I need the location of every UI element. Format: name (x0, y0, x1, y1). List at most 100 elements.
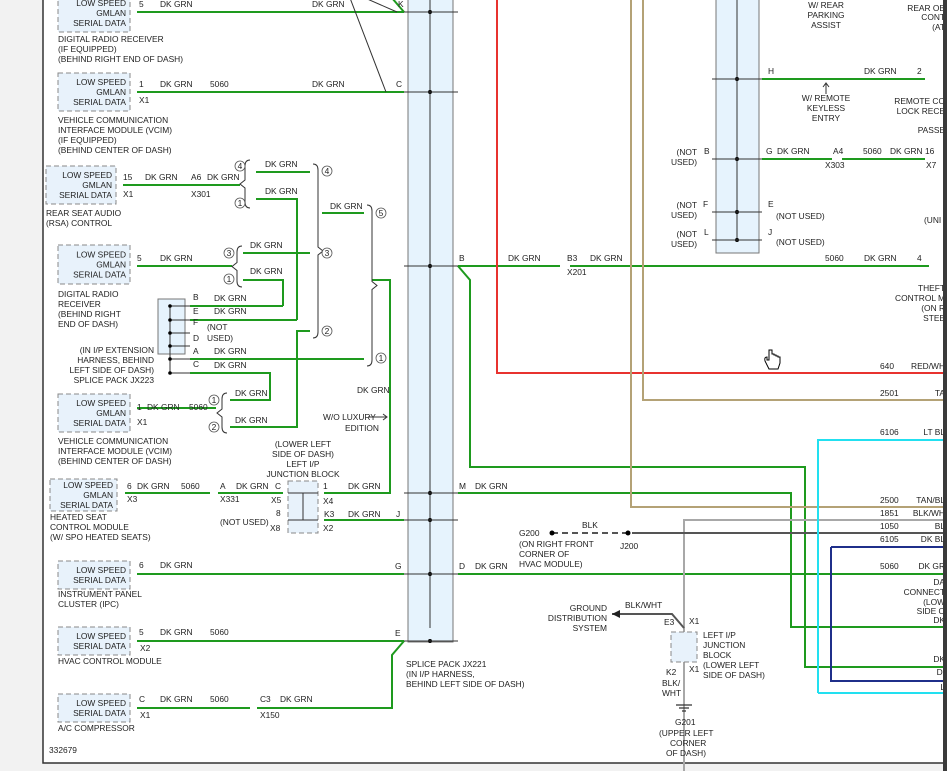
pin-label: F (193, 317, 198, 327)
splice-circle-number: 4 (238, 161, 243, 171)
pin-label: 1 (139, 79, 144, 89)
module-box-label: SERIAL DATA (73, 575, 126, 585)
pin-label: A6 (191, 172, 202, 182)
module-name: A/C COMPRESSOR (58, 723, 135, 733)
wire-label: BEHIND LEFT SIDE OF DASH) (406, 679, 525, 689)
wire-label: REMOTE CO (894, 96, 945, 106)
wire-label: (ON R (921, 303, 945, 313)
wire-label: 5060 (863, 146, 882, 156)
wire-label: CORNER (670, 738, 706, 748)
module-box-label: GMLAN (82, 180, 112, 190)
wire-label: DK GRN (890, 146, 923, 156)
wire-label: PASSE (918, 125, 946, 135)
wire-label: WHT (662, 688, 681, 698)
wire-label: DK GRN (280, 694, 313, 704)
wire-label: DK GRN (236, 481, 269, 491)
module-box-label: SERIAL DATA (73, 97, 126, 107)
wire-label: G200 (519, 528, 540, 538)
module-name: INSTRUMENT PANEL (58, 589, 142, 599)
circuit-color: DK BL (921, 534, 946, 544)
pin-label: E3 (664, 617, 675, 627)
wire-label: STEE (923, 313, 945, 323)
circuit-number: 2500 (880, 495, 899, 505)
wire-label: DK GRN (235, 388, 268, 398)
wire-label: DK GRN (207, 172, 240, 182)
wire-label: DK GRN (214, 346, 247, 356)
wire-label: DK GRN (312, 0, 345, 9)
module-name: (BEHIND CENTER OF DASH) (58, 145, 172, 155)
wire-label: DK GRN (214, 293, 247, 303)
wire-label: DK GRN (475, 561, 508, 571)
module-name: REAR SEAT AUDIO (46, 208, 122, 218)
wire-label: CONTROL M (895, 293, 945, 303)
module-box-label: SERIAL DATA (73, 708, 126, 718)
wire-label: DK GRN (214, 306, 247, 316)
wire-label: USED) (671, 239, 697, 249)
wire-label: DK GRN (160, 627, 193, 637)
wire-label: (LOWER LEFT (275, 439, 331, 449)
wire-label: (IN I/P HARNESS, (406, 669, 475, 679)
module-box-label: GMLAN (96, 87, 126, 97)
wire-label: (IN I/P EXTENSION (80, 345, 154, 355)
pin-label: J (396, 509, 400, 519)
wire-label: ASSIST (811, 20, 841, 30)
wire-label: CONT (921, 12, 945, 22)
wire-label: DK GRN (160, 0, 193, 9)
wire-label: (NOT (677, 147, 697, 157)
circuit-number: 640 (880, 361, 894, 371)
module-name: (BEHIND RIGHT END OF DASH) (58, 54, 183, 64)
module-box-label: GMLAN (96, 408, 126, 418)
pin-label: C (193, 359, 199, 369)
wire-label: DISTRIBUTION (548, 613, 607, 623)
wire-label: DK GRN (508, 253, 541, 263)
wire-label: BLK (582, 520, 598, 530)
wire-label: (NOT USED) (776, 237, 825, 247)
pin-label: C (396, 79, 402, 89)
wire-label: (LOWER LEFT (703, 660, 759, 670)
module-box-label: SERIAL DATA (60, 500, 113, 510)
circuit-color: DK GR (918, 561, 945, 571)
wire-label: (NOT (677, 229, 697, 239)
wire-label: DK GRN (348, 481, 381, 491)
wire-label: SPLICE PACK JX221 (406, 659, 487, 669)
connector-label: X3 (127, 494, 138, 504)
splice-circle-number: 3 (227, 248, 232, 258)
wire-label: DK GRN (160, 253, 193, 263)
connector-label: X150 (260, 710, 280, 720)
wire-label: JUNCTION BLOCK (266, 469, 339, 479)
connector-label: X1 (140, 710, 151, 720)
wire-label: CORNER OF (519, 549, 569, 559)
pin-label: H (768, 66, 774, 76)
wire-label: DK GRN (160, 560, 193, 570)
wire-label: DK GRN (265, 159, 298, 169)
left-ip-junction-block-2 (670, 631, 698, 663)
connector-label: X301 (191, 189, 211, 199)
pin-label: G (766, 146, 773, 156)
circuit-color: TAN/BL (916, 495, 945, 505)
wire-label: DK GRN (160, 79, 193, 89)
splice-dot (168, 318, 172, 322)
circuit-color: RED/WH (911, 361, 945, 371)
wire-label: W/ REMOTE (802, 93, 851, 103)
module-box-label: LOW SPEED (76, 398, 126, 408)
connector-label: X331 (220, 494, 240, 504)
wire-label: EDITION (345, 423, 379, 433)
module-name: (W/ SPO HEATED SEATS) (50, 532, 151, 542)
circuit-number: 1050 (880, 521, 899, 531)
wire-label: LEFT I/P (703, 630, 736, 640)
connector-label: X7 (926, 160, 937, 170)
pin-label: 1 (137, 402, 142, 412)
splice-circle-number: 5 (379, 208, 384, 218)
wire-label: SIDE OF DASH) (703, 670, 765, 680)
module-name: HEATED SEAT (50, 512, 107, 522)
wire-label: 5060 (825, 253, 844, 263)
splice-circle-number: 1 (238, 198, 243, 208)
module-name: INTERFACE MODULE (VCIM) (58, 125, 172, 135)
splice-dot (168, 344, 172, 348)
pin-label: 6 (139, 560, 144, 570)
module-box-label: GMLAN (96, 260, 126, 270)
wiring-diagram: LOW SPEEDGMLANSERIAL DATADIGITAL RADIO R… (0, 0, 947, 771)
splice-circle-number: 2 (212, 422, 217, 432)
connector-label: X2 (140, 643, 151, 653)
module-box-label: LOW SPEED (62, 170, 112, 180)
